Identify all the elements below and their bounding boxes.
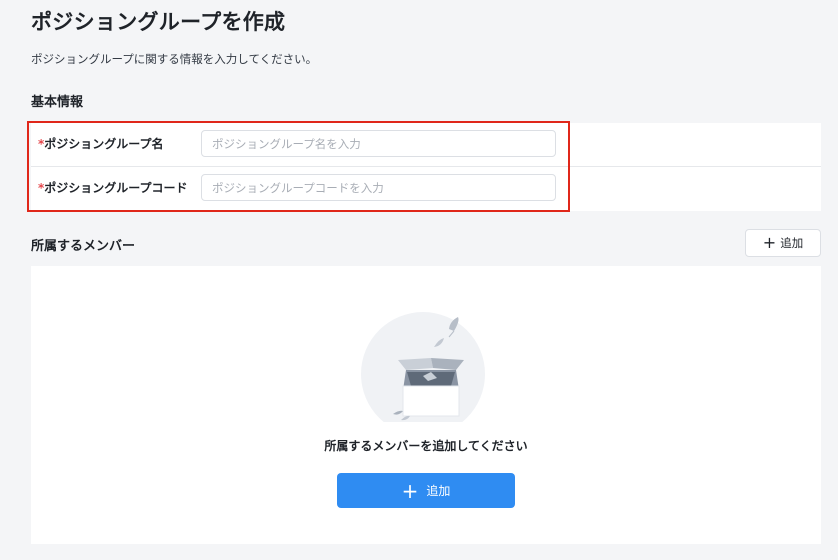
basic-info-form: *ポジショングループ名 *ポジショングループコード bbox=[31, 123, 821, 211]
form-row-group-code: *ポジショングループコード bbox=[31, 167, 821, 210]
group-name-label-text: ポジショングループ名 bbox=[44, 137, 164, 151]
add-member-button-label: 追加 bbox=[780, 236, 804, 250]
group-code-label-text: ポジショングループコード bbox=[44, 181, 188, 195]
page-description: ポジショングループに関する情報を入力してください。 bbox=[31, 52, 318, 66]
group-code-label: *ポジショングループコード bbox=[38, 167, 188, 210]
empty-box-icon bbox=[361, 312, 485, 422]
add-member-button[interactable]: + 追加 bbox=[745, 229, 821, 257]
create-position-group-page: ポジショングループを作成 ポジショングループに関する情報を入力してください。 基… bbox=[0, 0, 838, 560]
plus-icon: + bbox=[401, 478, 419, 503]
group-code-input[interactable] bbox=[201, 174, 556, 201]
page-title: ポジショングループを作成 bbox=[31, 10, 286, 34]
group-name-label: *ポジショングループ名 bbox=[38, 123, 164, 166]
add-member-primary-button[interactable]: + 追加 bbox=[337, 473, 515, 508]
empty-state-message: 所属するメンバーを追加してください bbox=[324, 439, 528, 453]
add-member-primary-label: 追加 bbox=[426, 484, 451, 498]
plus-icon: + bbox=[762, 233, 777, 252]
form-row-group-name: *ポジショングループ名 bbox=[31, 123, 821, 167]
members-panel: 所属するメンバーを追加してください + 追加 bbox=[31, 266, 821, 544]
group-name-input[interactable] bbox=[201, 130, 556, 157]
members-title: 所属するメンバー bbox=[31, 239, 136, 254]
basic-info-title: 基本情報 bbox=[31, 95, 84, 110]
